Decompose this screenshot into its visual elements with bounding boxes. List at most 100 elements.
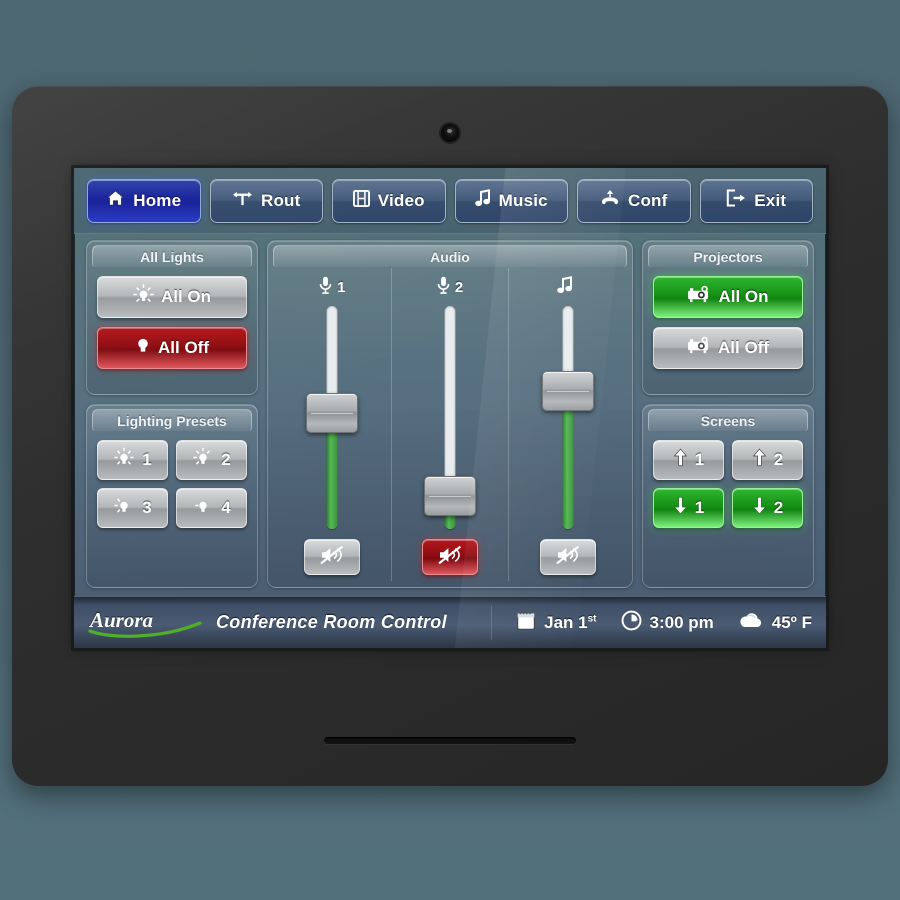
content-area: All Lights All On All Off Lighting Prese…: [74, 234, 826, 596]
bulb-preset-3-icon: [113, 495, 135, 521]
music-note-icon: [474, 189, 491, 212]
bulb-on-icon: [133, 284, 154, 310]
navigation-bar: Home Rout Video Music Conf Exit: [74, 168, 826, 234]
lighting-preset-button-4[interactable]: 4: [176, 488, 247, 528]
screen-down-button-1[interactable]: 1: [653, 488, 724, 528]
screen-down-label-2: 2: [773, 498, 784, 517]
projectors-on-button[interactable]: All On: [653, 276, 803, 318]
nav-label-video: Video: [377, 190, 425, 210]
nav-button-music[interactable]: Music: [454, 178, 568, 223]
status-date-suffix: st: [587, 612, 597, 624]
status-bar: Aurora Conference Room Control Jan 1st 3…: [74, 596, 826, 648]
audio-mute-button-2[interactable]: [422, 539, 478, 575]
all-lights-on-button[interactable]: All On: [97, 276, 247, 318]
lighting-preset-label-3: 3: [142, 498, 152, 517]
nav-button-conf[interactable]: Conf: [577, 178, 691, 223]
panel-title-projectors: Projectors: [648, 245, 808, 267]
audio-fader-1[interactable]: [306, 306, 359, 529]
nav-button-video[interactable]: Video: [332, 178, 446, 223]
audio-channels: 1 2: [274, 268, 626, 581]
panel-all-lights: All Lights All On All Off: [86, 240, 258, 395]
nav-button-home[interactable]: Home: [87, 178, 201, 223]
panel-screens: Screens 1 2 1 2: [642, 404, 814, 588]
audio-channel-1-label: 1: [319, 276, 346, 297]
all-lights-off-label: All Off: [158, 338, 209, 357]
nav-label-exit: Exit: [754, 190, 787, 210]
projector-icon: [687, 336, 711, 360]
lighting-presets-body: 1 2 3 4: [87, 431, 257, 538]
arrow-up-icon: [673, 448, 688, 472]
bulb-off-icon: [135, 335, 151, 361]
right-column: Projectors All On All Off Screens 1 2 1 …: [642, 240, 814, 588]
clock-icon: [621, 610, 642, 636]
bulb-preset-4-icon: [192, 495, 214, 521]
projectors-off-button[interactable]: All Off: [653, 327, 803, 369]
panel-lighting-presets: Lighting Presets 1 2 3 4: [86, 404, 258, 588]
panel-title-lighting-presets: Lighting Presets: [92, 409, 252, 431]
audio-channel-2-number: 2: [454, 278, 464, 296]
screen-up-button-1[interactable]: 1: [653, 440, 724, 480]
audio-fader-2[interactable]: [424, 306, 476, 529]
touch-panel-device: Home Rout Video Music Conf Exit All Ligh…: [12, 86, 888, 786]
audio-channel-1: 1: [274, 268, 391, 581]
screenshot-root: Home Rout Video Music Conf Exit All Ligh…: [0, 0, 900, 900]
mute-icon: [438, 545, 462, 570]
audio-fader-thumb-music[interactable]: [541, 370, 594, 411]
arrow-down-icon: [673, 496, 688, 520]
panel-audio: Audio 1 2: [267, 240, 633, 588]
projectors-body: All On All Off: [643, 267, 813, 379]
mute-icon: [320, 545, 344, 570]
lighting-presets-grid: 1 2 3 4: [97, 440, 247, 528]
panel-title-all-lights: All Lights: [92, 245, 252, 267]
camera-lens-icon: [441, 124, 459, 142]
music-note-icon: [557, 276, 573, 298]
bulb-preset-1-icon: [113, 447, 135, 473]
audio-channel-2-label: 2: [437, 276, 464, 297]
left-column: All Lights All On All Off Lighting Prese…: [86, 240, 258, 588]
audio-channel-1-number: 1: [337, 278, 346, 296]
audio-mute-button-1[interactable]: [304, 539, 361, 575]
nav-label-rout: Rout: [260, 190, 301, 210]
audio-fader-thumb-2[interactable]: [424, 475, 476, 516]
bulb-preset-2-icon: [192, 447, 214, 473]
nav-button-exit[interactable]: Exit: [699, 178, 813, 223]
audio-channel-2: 2: [390, 268, 509, 581]
calendar-icon: [516, 610, 536, 636]
status-time-value: 3:00 pm: [649, 612, 714, 632]
arrow-up-icon: [752, 448, 767, 472]
screen-up-label-1: 1: [694, 450, 705, 469]
audio-fader-thumb-1[interactable]: [306, 393, 359, 434]
cloud-icon: [738, 610, 764, 635]
film-icon: [352, 189, 370, 212]
lighting-preset-button-3[interactable]: 3: [97, 488, 168, 528]
status-time: 3:00 pm: [621, 610, 714, 636]
routing-icon: [232, 190, 253, 212]
center-column: Audio 1 2: [267, 240, 633, 588]
touch-screen: Home Rout Video Music Conf Exit All Ligh…: [74, 168, 826, 648]
screen-up-label-2: 2: [773, 450, 784, 469]
panel-title-screens: Screens: [648, 409, 808, 431]
panel-title-audio: Audio: [273, 245, 627, 267]
screen-down-label-1: 1: [694, 498, 705, 517]
nav-button-rout[interactable]: Rout: [209, 178, 323, 223]
all-lights-body: All On All Off: [87, 267, 257, 379]
audio-fader-music[interactable]: [541, 306, 594, 529]
svg-text:Aurora: Aurora: [88, 608, 153, 632]
lighting-preset-button-1[interactable]: 1: [97, 440, 168, 480]
arrow-down-icon: [752, 496, 767, 520]
aurora-logo: Aurora: [88, 606, 206, 640]
screen-up-button-2[interactable]: 2: [732, 440, 803, 480]
home-icon: [106, 189, 125, 212]
audio-mute-button-music[interactable]: [539, 539, 596, 575]
audio-fader-fill-music: [562, 390, 574, 529]
projectors-off-label: All Off: [718, 338, 769, 357]
projectors-on-label: All On: [718, 287, 769, 306]
lighting-preset-label-2: 2: [221, 450, 231, 469]
all-lights-off-button[interactable]: All Off: [97, 327, 247, 369]
lighting-preset-button-2[interactable]: 2: [176, 440, 247, 480]
all-lights-on-label: All On: [160, 287, 212, 306]
speaker-grille-icon: [324, 737, 576, 744]
phone-conf-icon: [600, 189, 620, 212]
screen-down-button-2[interactable]: 2: [732, 488, 803, 528]
status-bar-title: Conference Room Control: [216, 612, 447, 632]
